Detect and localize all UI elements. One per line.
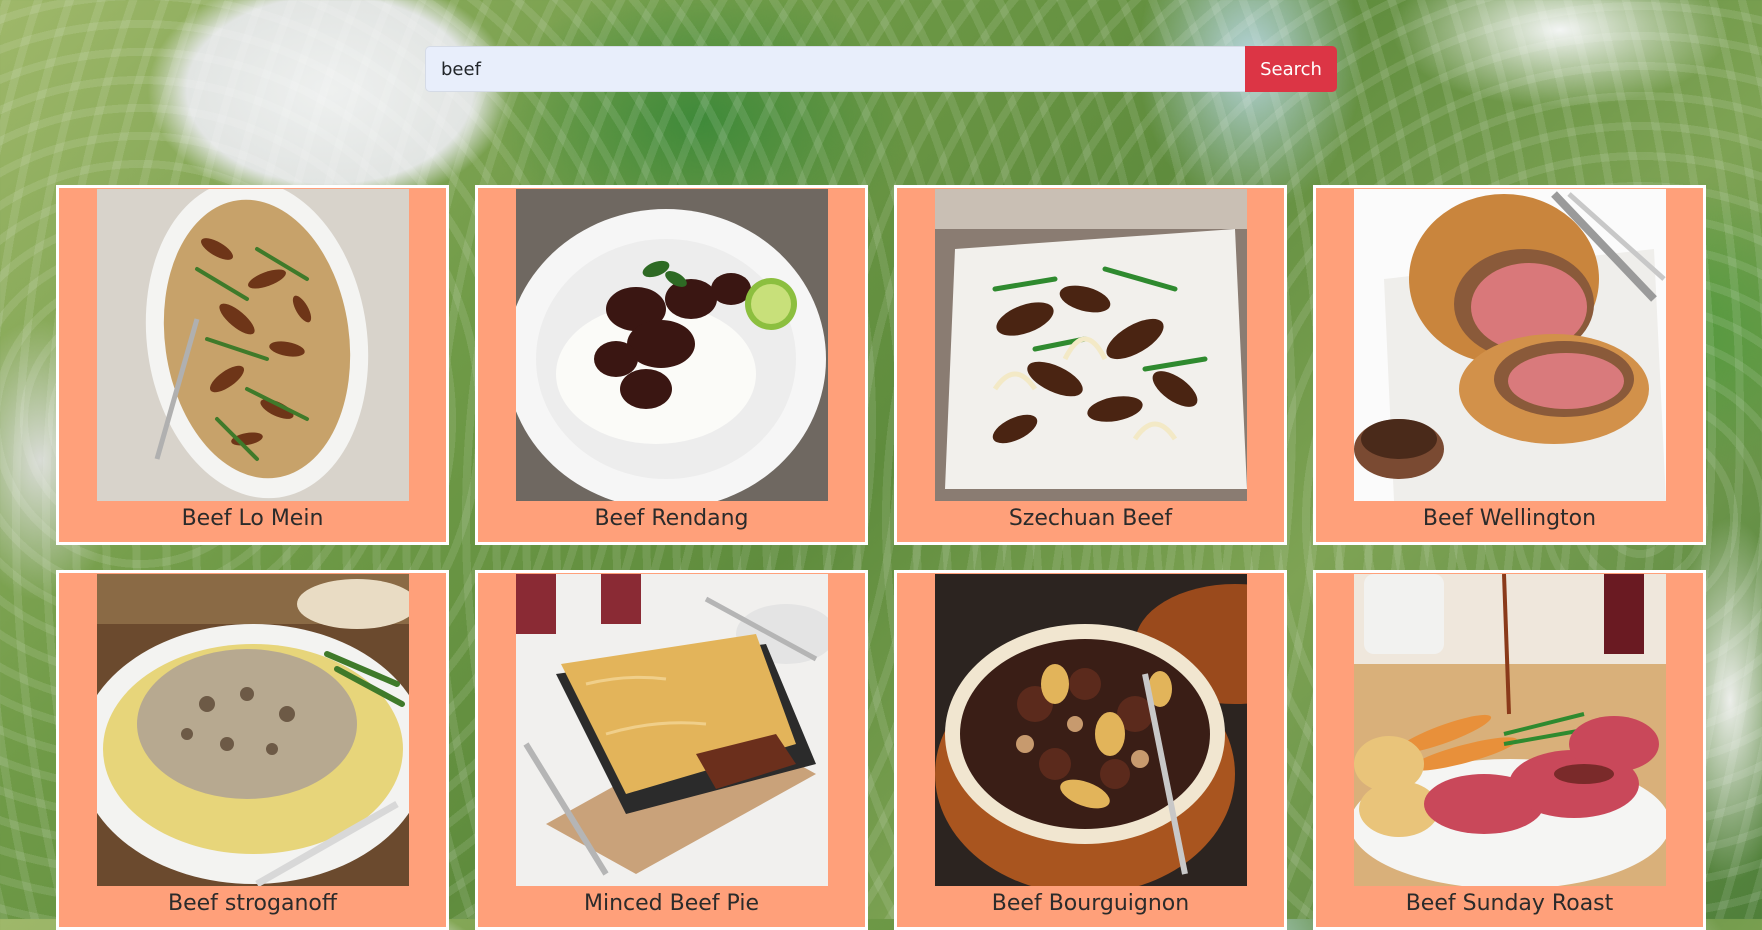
recipe-card-minced-beef-pie[interactable]: Minced Beef Pie — [475, 570, 868, 930]
search-button[interactable]: Search — [1245, 46, 1337, 92]
search-input[interactable] — [425, 46, 1245, 92]
recipe-image-beef-sunday-roast — [1353, 574, 1666, 886]
recipe-image-beef-stroganoff — [96, 574, 409, 886]
recipe-image-beef-bourguignon — [934, 574, 1247, 886]
recipe-card-beef-lo-mein[interactable]: Beef Lo Mein — [56, 185, 449, 545]
recipe-title: Beef Bourguignon — [991, 891, 1190, 916]
search-bar: Search — [425, 46, 1337, 92]
recipe-title: Minced Beef Pie — [584, 891, 759, 916]
recipe-image-szechuan-beef — [934, 189, 1247, 501]
recipe-grid: Beef Lo Mein Beef Rendang Szechuan Beef … — [56, 185, 1706, 930]
recipe-image-beef-rendang — [515, 189, 828, 501]
recipe-card-beef-stroganoff[interactable]: Beef stroganoff — [56, 570, 449, 930]
recipe-image-beef-lo-mein — [96, 189, 409, 501]
recipe-title: Beef Sunday Roast — [1405, 891, 1614, 916]
recipe-card-beef-rendang[interactable]: Beef Rendang — [475, 185, 868, 545]
recipe-card-beef-bourguignon[interactable]: Beef Bourguignon — [894, 570, 1287, 930]
recipe-title: Beef stroganoff — [167, 891, 338, 916]
recipe-card-szechuan-beef[interactable]: Szechuan Beef — [894, 185, 1287, 545]
recipe-card-beef-sunday-roast[interactable]: Beef Sunday Roast — [1313, 570, 1706, 930]
recipe-title: Beef Rendang — [594, 506, 749, 531]
recipe-title: Beef Lo Mein — [181, 506, 324, 531]
recipe-image-minced-beef-pie — [515, 574, 828, 886]
recipe-image-beef-wellington — [1353, 189, 1666, 501]
recipe-title: Beef Wellington — [1422, 506, 1597, 531]
recipe-card-beef-wellington[interactable]: Beef Wellington — [1313, 185, 1706, 545]
recipe-title: Szechuan Beef — [1008, 506, 1173, 531]
